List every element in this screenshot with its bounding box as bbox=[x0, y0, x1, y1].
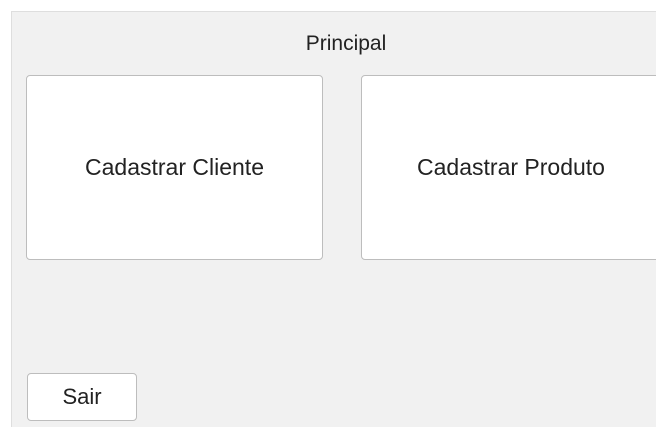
cadastrar-produto-label: Cadastrar Produto bbox=[417, 154, 605, 180]
sair-label: Sair bbox=[62, 384, 102, 409]
cadastrar-cliente-label: Cadastrar Cliente bbox=[85, 154, 264, 180]
sair-button[interactable]: Sair bbox=[27, 373, 137, 421]
cadastrar-produto-button[interactable]: Cadastrar Produto bbox=[361, 75, 656, 260]
main-window: Principal Cadastrar Cliente Cadastrar Pr… bbox=[11, 11, 656, 427]
cadastrar-cliente-button[interactable]: Cadastrar Cliente bbox=[26, 75, 323, 260]
window-title: Principal bbox=[305, 32, 387, 55]
